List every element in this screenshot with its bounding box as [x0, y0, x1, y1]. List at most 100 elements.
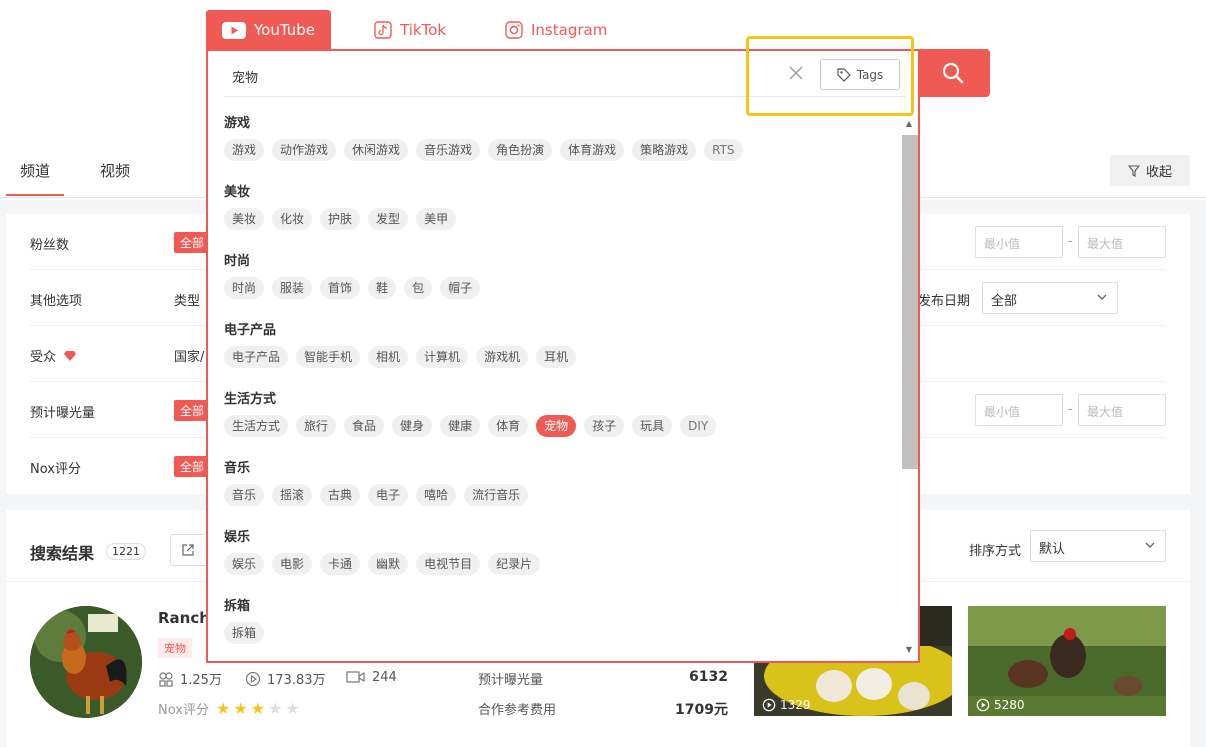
- tag-chip[interactable]: 宠物: [536, 415, 577, 437]
- max-value-input[interactable]: 最大值: [1078, 226, 1166, 258]
- tag-chip[interactable]: 计算机: [416, 346, 469, 368]
- chevron-down-icon: [1097, 294, 1107, 300]
- tag-chip[interactable]: 古典: [320, 484, 361, 506]
- filter-type-option[interactable]: 类型: [174, 290, 200, 309]
- tag-chip[interactable]: 动作游戏: [272, 139, 337, 161]
- tag-chip[interactable]: 电子: [368, 484, 409, 506]
- play-circle-icon: [762, 698, 776, 712]
- range-dash: -: [1068, 234, 1073, 249]
- star-filled-icon: ★: [215, 698, 231, 718]
- tag-chip[interactable]: 首饰: [320, 277, 361, 299]
- tag-chip[interactable]: 旅行: [296, 415, 337, 437]
- sort-select[interactable]: 默认: [1030, 530, 1166, 562]
- tag-chip-row: 娱乐 电影 卡通 幽默 电视节目 纪录片: [224, 553, 894, 575]
- category-title: 时尚: [224, 254, 251, 269]
- tag-chip[interactable]: 美甲: [416, 208, 457, 230]
- tag-chip[interactable]: 健康: [440, 415, 481, 437]
- tag-chip[interactable]: 耳机: [536, 346, 577, 368]
- tag-chip[interactable]: 策略游戏: [632, 139, 697, 161]
- tag-chip[interactable]: 护肤: [320, 208, 361, 230]
- platform-tab-youtube[interactable]: YouTube: [206, 10, 331, 50]
- search-input[interactable]: 宠物: [232, 67, 258, 86]
- tag-chip[interactable]: 音乐: [224, 484, 265, 506]
- results-count: 1221: [106, 543, 146, 560]
- highlight-box: [746, 36, 914, 116]
- platform-tab-label: YouTube: [254, 21, 315, 39]
- tag-chip[interactable]: RTS: [704, 139, 743, 161]
- subscriber-stat: 1.25万: [158, 669, 222, 688]
- tag-chip[interactable]: 服装: [272, 277, 313, 299]
- tag-chip[interactable]: 化妆: [272, 208, 313, 230]
- tab-channel[interactable]: 频道: [5, 160, 65, 196]
- tag-chip-row: 电子产品 智能手机 相机 计算机 游戏机 耳机: [224, 346, 894, 368]
- tag-chip[interactable]: 电视节目: [416, 553, 481, 575]
- filter-label: 预计曝光量: [30, 406, 96, 421]
- tag-chip[interactable]: 食品: [344, 415, 385, 437]
- scroll-up-arrow[interactable]: ▲: [903, 119, 915, 129]
- video-thumbnail[interactable]: 5280: [968, 606, 1166, 716]
- tag-chip[interactable]: 娱乐: [224, 553, 265, 575]
- min-value-input[interactable]: 最小值: [975, 394, 1063, 426]
- filter-all-button[interactable]: 全部: [174, 400, 211, 421]
- collapse-button[interactable]: 收起: [1110, 155, 1190, 186]
- tag-chip[interactable]: 发型: [368, 208, 409, 230]
- filter-country-option[interactable]: 国家/: [174, 346, 204, 365]
- tag-chip-row: 时尚 服装 首饰鞋包帽子: [224, 277, 894, 299]
- max-value-input[interactable]: 最大值: [1078, 394, 1166, 426]
- search-icon: [942, 62, 964, 84]
- tab-video[interactable]: 视频: [100, 160, 130, 181]
- filter-icon: [1127, 164, 1140, 177]
- scrollbar-thumb[interactable]: [902, 135, 918, 469]
- tag-chip[interactable]: 流行音乐: [464, 484, 529, 506]
- search-button[interactable]: [916, 49, 990, 97]
- scroll-down-arrow[interactable]: ▼: [903, 645, 915, 655]
- tag-chip[interactable]: 时尚: [224, 277, 265, 299]
- range-dash: -: [1068, 402, 1073, 417]
- tag-chip[interactable]: 帽子: [440, 277, 481, 299]
- tag-chip[interactable]: 美妆: [224, 208, 265, 230]
- tag-chip[interactable]: 纪录片: [488, 553, 541, 575]
- publish-date-select[interactable]: 全部: [982, 282, 1118, 314]
- tag-chip[interactable]: 健身: [392, 415, 433, 437]
- tag-chip[interactable]: 鞋: [368, 277, 397, 299]
- tag-chip[interactable]: 智能手机: [296, 346, 361, 368]
- channel-avatar[interactable]: [30, 606, 142, 718]
- thumbnail-views: 1329: [762, 698, 811, 712]
- tag-chip[interactable]: 游戏机: [476, 346, 529, 368]
- filter-all-button[interactable]: 全部: [174, 456, 211, 477]
- tag-chip-row: 游戏 动作游戏 休闲游戏 音乐游戏 角色扮演 体育游戏 策略游戏 RTS: [224, 139, 894, 161]
- tag-chip[interactable]: 体育游戏: [560, 139, 625, 161]
- filter-all-button[interactable]: 全部: [174, 232, 211, 253]
- tag-chip[interactable]: 摇滚: [272, 484, 313, 506]
- filter-label: 受众: [30, 346, 77, 365]
- category-title: 拆箱: [224, 599, 251, 614]
- min-value-input[interactable]: 最小值: [975, 226, 1063, 258]
- tag-chip[interactable]: 包: [404, 277, 433, 299]
- instagram-icon: [505, 21, 523, 39]
- tag-chip[interactable]: 音乐游戏: [416, 139, 481, 161]
- tag-chip[interactable]: 电影: [272, 553, 313, 575]
- tag-chip[interactable]: DIY: [680, 415, 717, 437]
- category-group: 时尚 时尚 服装 首饰鞋包帽子: [224, 251, 894, 320]
- tag-chip[interactable]: 卡通: [320, 553, 361, 575]
- tag-chip[interactable]: 生活方式: [224, 415, 289, 437]
- platform-tab-instagram[interactable]: Instagram: [505, 10, 607, 50]
- chevron-down-icon: [1145, 542, 1155, 548]
- thumbnail-view-count: 5280: [994, 698, 1025, 712]
- tag-chip[interactable]: 电子产品: [224, 346, 289, 368]
- tag-chip[interactable]: 体育: [488, 415, 529, 437]
- tag-chip[interactable]: 幽默: [368, 553, 409, 575]
- tag-chip-row: 生活方式 旅行 食品 健身 健康 体育 宠物 孩子 玩具 DIY: [224, 415, 894, 437]
- rooster-image: [30, 606, 142, 718]
- tag-chip[interactable]: 角色扮演: [488, 139, 553, 161]
- sort-label: 排序方式: [969, 544, 1022, 559]
- tag-chip[interactable]: 休闲游戏: [344, 139, 409, 161]
- tag-chip[interactable]: 游戏: [224, 139, 265, 161]
- tag-chip[interactable]: 玩具: [632, 415, 673, 437]
- tag-chip[interactable]: 孩子: [584, 415, 625, 437]
- tag-chip[interactable]: 嘻哈: [416, 484, 457, 506]
- platform-tab-tiktok[interactable]: TikTok: [374, 10, 446, 50]
- tag-chip[interactable]: 相机: [368, 346, 409, 368]
- videos-count: 244: [372, 669, 397, 685]
- tag-chip[interactable]: 拆箱: [224, 622, 265, 644]
